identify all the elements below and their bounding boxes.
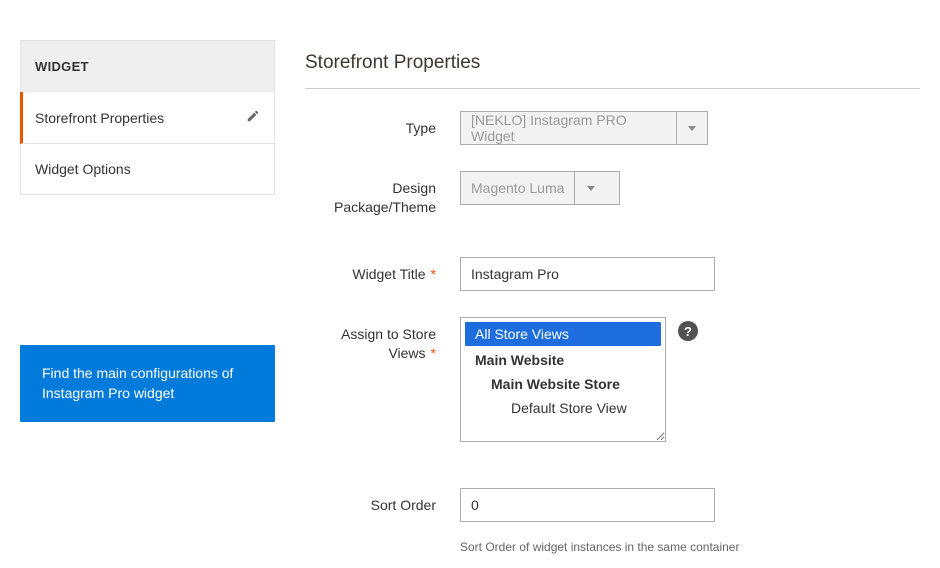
sidebar-header: WIDGET [20, 40, 275, 92]
label-sort-order: Sort Order [305, 488, 460, 515]
store-views-multiselect[interactable]: All Store Views Main Website Main Websit… [460, 317, 666, 442]
label-type: Type [305, 111, 460, 138]
required-star-icon: * [431, 345, 436, 361]
sort-order-input[interactable] [460, 488, 715, 522]
pencil-icon [246, 109, 260, 126]
main-panel: Storefront Properties Type [NEKLO] Insta… [305, 40, 920, 558]
caret-down-icon [587, 186, 595, 191]
sort-order-help-text: Sort Order of widget instances in the sa… [460, 540, 739, 554]
hint-callout: Find the main configurations of Instagra… [20, 345, 275, 422]
store-option-all[interactable]: All Store Views [465, 322, 661, 346]
label-store-views: Assign to Store Views* [305, 317, 460, 363]
sidebar-item-label: Storefront Properties [35, 110, 164, 126]
sidebar-item-label: Widget Options [35, 161, 131, 177]
widget-title-input[interactable] [460, 257, 715, 291]
caret-down-icon [688, 126, 696, 131]
sidebar-item-widget-options[interactable]: Widget Options [20, 144, 275, 195]
sidebar-item-storefront-properties[interactable]: Storefront Properties [20, 92, 275, 144]
row-widget-title: Widget Title * [305, 257, 920, 291]
dropdown-caret [574, 172, 606, 204]
row-sort-order: Sort Order Sort Order of widget instance… [305, 488, 920, 554]
type-select-value: [NEKLO] Instagram PRO Widget [461, 112, 676, 144]
label-text: Widget Title [352, 266, 425, 282]
row-type: Type [NEKLO] Instagram PRO Widget [305, 111, 920, 145]
store-option-store[interactable]: Main Website Store [461, 372, 665, 396]
hint-text: Find the main configurations of Instagra… [42, 365, 233, 401]
label-theme: Design Package/Theme [305, 171, 460, 217]
label-text: Assign to Store Views [341, 326, 436, 361]
required-star-icon: * [431, 266, 436, 282]
theme-select-value: Magento Luma [461, 172, 574, 204]
store-option-view[interactable]: Default Store View [461, 396, 665, 420]
type-select: [NEKLO] Instagram PRO Widget [460, 111, 708, 145]
section-title: Storefront Properties [305, 52, 920, 89]
dropdown-caret [676, 112, 707, 144]
help-icon[interactable]: ? [678, 321, 698, 341]
theme-select: Magento Luma [460, 171, 620, 205]
row-theme: Design Package/Theme Magento Luma [305, 171, 920, 231]
label-widget-title: Widget Title * [305, 257, 460, 284]
sidebar: WIDGET Storefront Properties Widget Opti… [20, 40, 275, 558]
store-option-website[interactable]: Main Website [461, 348, 665, 372]
row-store-views: Assign to Store Views* All Store Views M… [305, 317, 920, 442]
